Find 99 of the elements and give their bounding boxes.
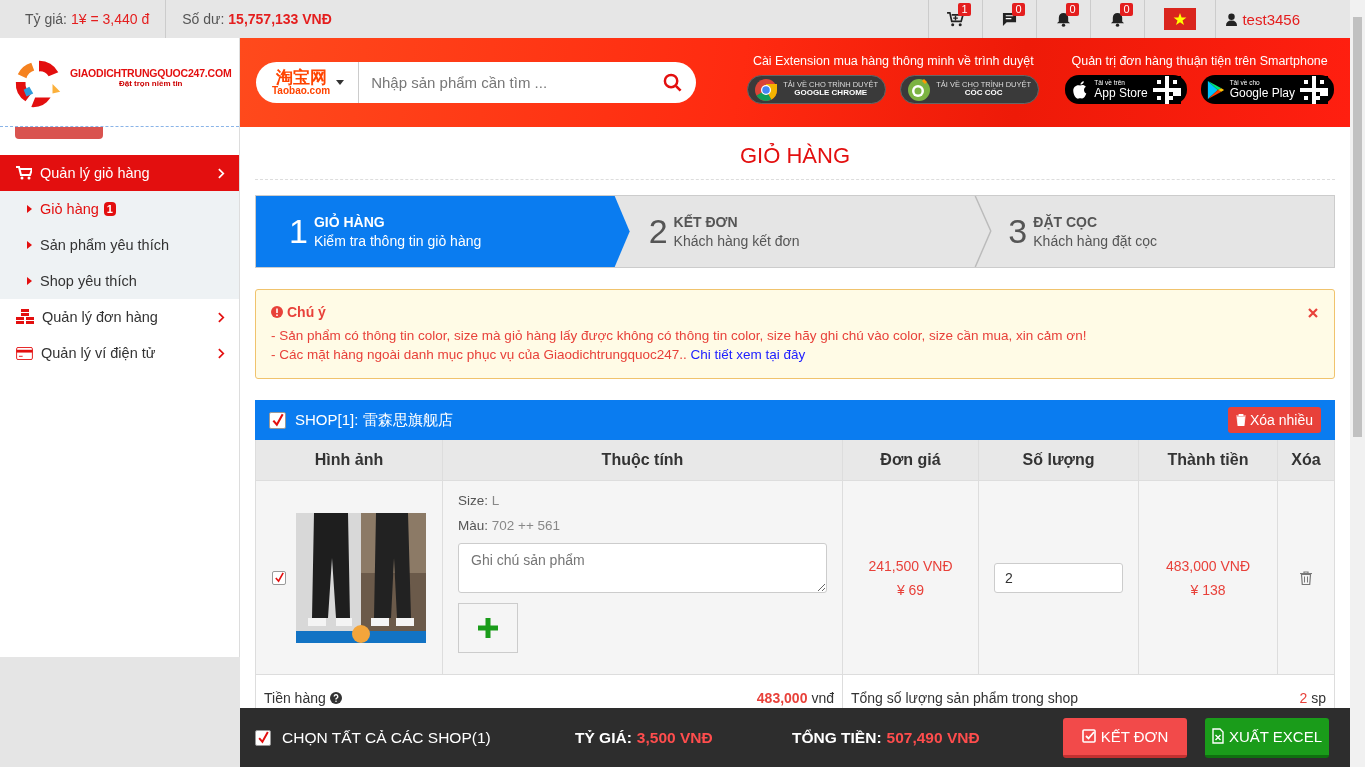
qr-code-icon <box>1300 75 1328 104</box>
count-badge: 0 <box>1012 3 1025 16</box>
alert-icon <box>271 306 283 318</box>
close-icon[interactable] <box>1308 308 1318 318</box>
sidebar-item[interactable]: Quản lý ví điện tử <box>0 335 239 371</box>
search-field[interactable]: Nhập sản phẩm cần tìm ... <box>359 62 653 103</box>
message-button[interactable] <box>1002 11 1018 27</box>
detail-link[interactable]: Chi tiết xem tại đây <box>690 347 806 362</box>
column-header: Hình ảnh <box>256 440 442 480</box>
check-icon <box>270 413 285 427</box>
sidebar-item[interactable]: Quản lý đơn hàng <box>0 299 239 335</box>
chrome-icon <box>754 77 779 102</box>
total-label: TỔNG TIỀN: <box>792 728 882 747</box>
total-quantity-value: 2 <box>1299 690 1308 706</box>
cart-icon <box>947 11 965 27</box>
chevron-icon <box>218 167 225 179</box>
select-all-label: CHỌN TẤT CẢ CÁC SHOP(1) <box>282 728 491 747</box>
trash-icon <box>1235 414 1246 426</box>
total-price: 483,000 VNĐ <box>1165 557 1251 574</box>
promo-heading: Cài Extension mua hàng thông minh về trình duyệt <box>752 54 1034 68</box>
cart-button[interactable] <box>947 11 965 27</box>
caret-icon <box>27 205 32 213</box>
rate-label: Tỷ giá: <box>25 11 67 27</box>
total-price-yuan: ¥ 138 <box>1190 581 1226 598</box>
scrollbar[interactable] <box>1353 17 1362 437</box>
check-icon <box>256 731 270 744</box>
unit-price-yuan: ¥ 69 <box>896 581 925 598</box>
play-icon <box>1206 79 1225 100</box>
cart-icon <box>16 166 32 180</box>
submenu-item[interactable]: Giỏ hàng 1 <box>0 191 239 227</box>
notice-text: - Sản phẩm có thông tin color, size mà giỏ hàng lấy được không có thông tin color, size hãy ghi chú vào color, size cần mua, xin cảm ơn! <box>271 328 1088 343</box>
bell-icon <box>1110 11 1126 27</box>
count-badge: 1 <box>103 202 116 216</box>
coccoc-icon <box>907 77 932 102</box>
notice-text: - Các mặt hàng ngoài danh mục phục vụ của Giaodichtrungquoc247.. Chi tiết xem tại đây <box>271 347 807 362</box>
delete-icon[interactable] <box>1300 570 1312 585</box>
delete-many-button[interactable]: Xóa nhiều <box>1227 407 1321 433</box>
checkbox[interactable] <box>255 729 271 746</box>
count-badge: 1 <box>958 3 971 16</box>
color-text: Màu: 702 ++ 561 <box>458 518 562 533</box>
column-header: Thuộc tính <box>442 440 842 480</box>
username[interactable]: test3456 <box>1242 10 1300 28</box>
column-header: Xóa <box>1277 440 1334 480</box>
balance-value: 15,757,133 VNĐ <box>228 11 332 27</box>
bell-icon <box>1056 11 1072 27</box>
page-title: GIỎ HÀNG <box>255 127 1335 180</box>
fee-value: 483,000 <box>756 690 808 706</box>
checkout-button[interactable]: KẾT ĐƠN <box>1063 717 1187 758</box>
boxes-icon <box>16 309 34 325</box>
sidebar-item[interactable]: Quản lý giỏ hàng <box>0 155 239 191</box>
rate-value: 1¥ = 3,440 đ <box>71 11 150 27</box>
card-icon <box>16 346 33 360</box>
total-quantity-label: Tổng số lượng sản phẩm trong shop <box>851 690 1079 706</box>
logo-name[interactable]: GIAODICHTRUNGQUOC247.COM <box>70 66 232 79</box>
unit-price: 241,500 VNĐ <box>868 557 953 574</box>
add-button[interactable] <box>458 603 518 653</box>
bell-button[interactable] <box>1056 11 1072 27</box>
submenu-item[interactable]: Sản phẩm yêu thích <box>0 227 239 263</box>
count-badge: 0 <box>1120 3 1133 16</box>
note-field[interactable]: Ghi chú sản phẩm <box>458 543 827 593</box>
flag-icon[interactable] <box>1164 8 1197 30</box>
fee-unit: vnđ <box>811 690 834 706</box>
excel-file-icon <box>1211 728 1224 744</box>
checkbox[interactable] <box>269 411 286 429</box>
notice-title: Chú ý <box>287 304 326 320</box>
caret-icon <box>336 80 345 85</box>
search-icon <box>663 73 682 92</box>
total-value: 507,490 VNĐ <box>886 728 980 747</box>
column-header: Thành tiền <box>1138 440 1277 480</box>
caret-icon <box>27 277 32 285</box>
caret-icon <box>27 241 32 249</box>
chevron-icon <box>218 311 225 323</box>
checkbox[interactable] <box>272 570 286 585</box>
export-excel-button[interactable]: XUẤT EXCEL <box>1205 717 1329 758</box>
qr-code-icon <box>1152 75 1181 104</box>
chevron-icon <box>218 347 225 359</box>
search-button[interactable] <box>653 62 696 103</box>
column-header: Đơn giá <box>842 440 978 480</box>
bell-button[interactable] <box>1110 11 1126 27</box>
promo-heading: Quản trị đơn hàng thuận tiện trên Smartphone <box>1071 54 1328 68</box>
size-text: Size: L <box>458 493 501 508</box>
logo-slogan: Đặt trọn niềm tin <box>118 78 183 88</box>
column-header: Số lượng <box>978 440 1138 480</box>
rate-label: TỶ GIÁ: <box>575 728 632 747</box>
step-divider-icon <box>974 196 993 267</box>
quantity-field[interactable]: 2 <box>994 562 1123 593</box>
balance-label: Số dư: <box>182 11 225 27</box>
check-icon <box>273 572 285 583</box>
fee-label: Tiền hàng <box>264 690 326 706</box>
message-icon <box>1002 11 1018 27</box>
shop-name: SHOP[1]: 雷森思旗舰店 <box>295 410 453 430</box>
plus-icon <box>477 617 499 639</box>
rate-value: 3,500 VNĐ <box>636 728 713 747</box>
submenu-item[interactable]: Shop yêu thích <box>0 263 239 299</box>
site-selector[interactable]: 淘宝网 Taobao.com <box>256 62 360 103</box>
user-icon <box>1226 12 1238 26</box>
quantity-unit: sp <box>1311 690 1326 706</box>
check-square-icon <box>1081 729 1096 743</box>
count-badge: 0 <box>1066 3 1079 16</box>
